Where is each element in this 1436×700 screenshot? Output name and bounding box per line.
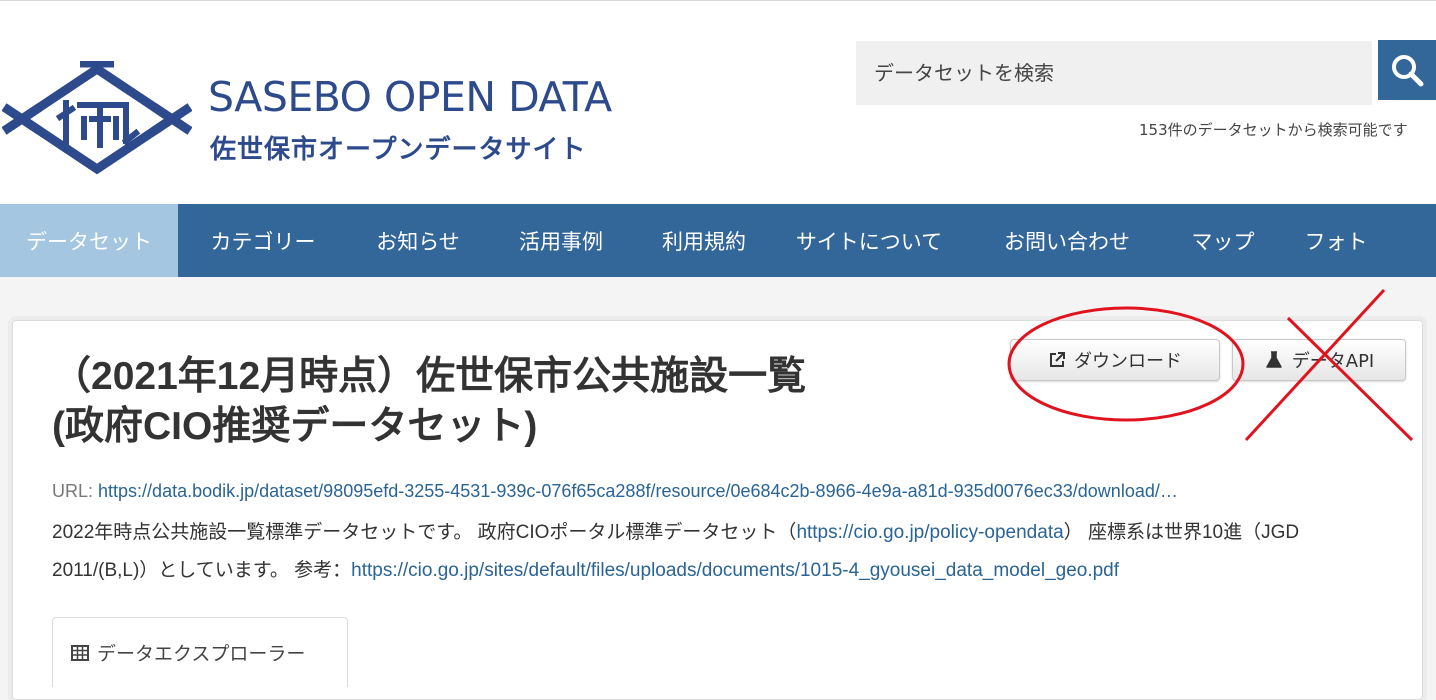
site-header: SASEBO OPEN DATA 佐世保市オープンデータサイト 153件のデータ… [0,0,1436,204]
resource-url-link[interactable]: https://data.bodik.jp/dataset/98095efd-3… [98,481,1178,501]
tab-data-explorer[interactable]: データエクスプローラー [52,617,348,687]
page-title-line2: (政府CIO推奨データセット) [52,405,538,448]
download-button[interactable]: ダウンロード [1010,339,1220,381]
nav-item-news[interactable]: お知らせ [348,204,488,277]
data-api-button-label: データAPI [1291,351,1375,372]
search-icon [1392,55,1424,87]
nav-item-about[interactable]: サイトについて [774,204,964,277]
cio-policy-link[interactable]: https://cio.go.jp/policy-opendata [796,522,1063,543]
table-icon [71,644,89,661]
download-button-label: ダウンロード [1074,351,1182,372]
page-title-line1: （2021年12月時点）佐世保市公共施設一覧 [52,355,807,398]
page-title: （2021年12月時点）佐世保市公共施設一覧 (政府CIO推奨データセット) [52,352,952,452]
resource-description: 2022年時点公共施設一覧標準データセットです。 政府CIOポータル標準データセ… [52,514,1392,590]
reference-pdf-link[interactable]: https://cio.go.jp/sites/default/files/up… [351,560,1119,581]
nav-item-use-cases[interactable]: 活用事例 [488,204,634,277]
nav-item-contact[interactable]: お問い合わせ [964,204,1170,277]
dataset-search-input[interactable] [856,41,1372,105]
flask-icon [1266,351,1282,368]
search-count-text: 153件のデータセットから検索可能です [1139,121,1408,139]
tab-data-explorer-label: データエクスプローラー [97,643,306,665]
nav-item-map[interactable]: マップ [1170,204,1276,277]
data-api-button[interactable]: データAPI [1232,339,1406,381]
external-link-icon [1050,352,1065,367]
site-logo-title[interactable]: SASEBO OPEN DATA [208,73,612,121]
main-nav: データセット カテゴリー お知らせ 活用事例 利用規約 サイトについて お問い合… [0,204,1436,277]
nav-item-terms[interactable]: 利用規約 [634,204,774,277]
description-text-1: 2022年時点公共施設一覧標準データセットです。 政府CIOポータル標準データセ… [52,522,797,543]
site-logo-subtitle[interactable]: 佐世保市オープンデータサイト [210,129,586,166]
resource-url-line: URL: https://data.bodik.jp/dataset/98095… [52,481,1392,502]
nav-item-categories[interactable]: カテゴリー [178,204,348,277]
search-button[interactable] [1378,40,1436,100]
nav-item-photo[interactable]: フォト [1276,204,1396,277]
sasebo-emblem-icon[interactable] [2,61,192,179]
nav-item-datasets[interactable]: データセット [0,204,178,277]
url-label: URL: [52,481,94,501]
